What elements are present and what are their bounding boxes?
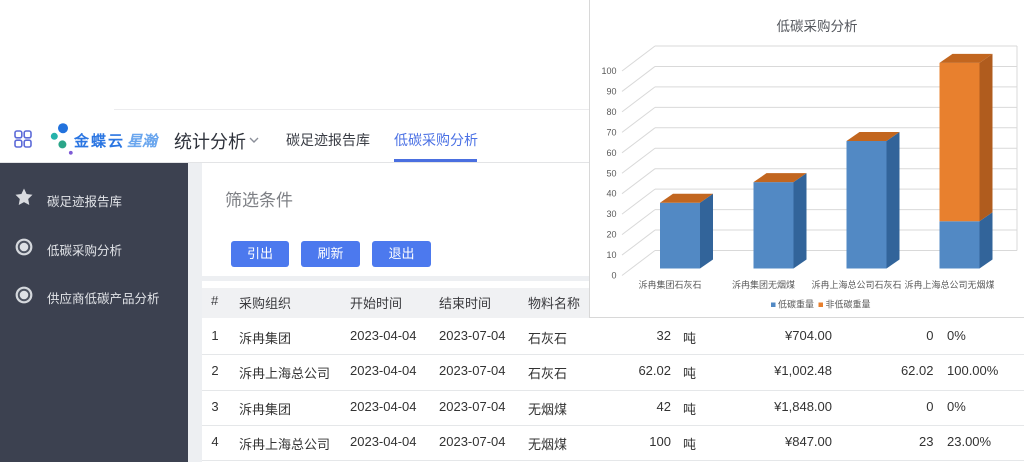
svg-text:30: 30 [606, 209, 616, 219]
svg-text:20: 20 [606, 230, 616, 240]
svg-text:泝冉集团无烟煤: 泝冉集团无烟煤 [732, 279, 795, 290]
svg-text:泝冉集团石灰石: 泝冉集团石灰石 [638, 279, 701, 290]
svg-text:低碳采购分析: 低碳采购分析 [777, 19, 858, 34]
svg-text:0: 0 [611, 271, 616, 281]
svg-text:低碳重量: 低碳重量 [778, 299, 814, 310]
svg-text:50: 50 [606, 168, 616, 178]
svg-text:60: 60 [606, 148, 616, 158]
svg-text:非低碳重量: 非低碳重量 [826, 299, 871, 310]
svg-text:90: 90 [606, 86, 616, 96]
svg-text:100: 100 [601, 66, 616, 76]
svg-text:10: 10 [606, 250, 616, 260]
svg-text:泝冉上海总公司无烟煤: 泝冉上海总公司无烟煤 [904, 279, 994, 290]
svg-text:80: 80 [606, 107, 616, 117]
svg-text:泝冉上海总公司石灰石: 泝冉上海总公司石灰石 [811, 279, 901, 290]
svg-text:40: 40 [606, 189, 616, 199]
svg-text:70: 70 [606, 127, 616, 137]
